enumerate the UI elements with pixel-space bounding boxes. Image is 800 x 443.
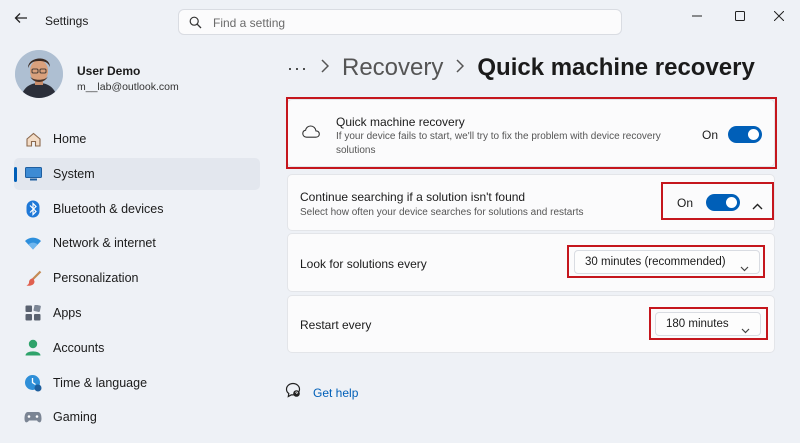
user-name: User Demo <box>77 64 141 78</box>
sidebar-item-network[interactable]: Network & internet <box>14 227 260 259</box>
maximize-button[interactable] <box>723 4 757 28</box>
restart-every-card: Restart every 180 minutes <box>287 295 775 353</box>
continue-searching-card: Continue searching if a solution isn't f… <box>287 174 775 231</box>
wifi-icon <box>24 234 42 252</box>
sidebar-item-label: Time & language <box>53 375 148 390</box>
breadcrumb-more-button[interactable]: ··· <box>287 58 308 79</box>
sidebar-item-system[interactable]: System <box>14 157 260 190</box>
system-icon <box>24 165 42 183</box>
get-help-label: Get help <box>313 385 359 400</box>
chevron-down-icon <box>740 259 749 277</box>
sidebar-item-gaming[interactable]: Gaming <box>14 401 260 433</box>
sidebar-item-apps[interactable]: Apps <box>14 297 260 329</box>
continue-searching-state-label: On <box>677 196 694 210</box>
restart-every-label: Restart every <box>300 318 372 332</box>
bluetooth-icon <box>24 200 42 218</box>
avatar <box>15 50 63 98</box>
chevron-down-icon <box>741 321 750 339</box>
breadcrumb-parent-link[interactable]: Recovery <box>342 54 443 82</box>
sidebar-item-accounts[interactable]: Accounts <box>14 332 260 364</box>
sidebar-item-label: System <box>53 166 95 181</box>
apps-icon <box>24 304 42 322</box>
continue-searching-description: Select how often your device searches fo… <box>300 207 584 218</box>
qmr-state-label: On <box>702 128 719 142</box>
sidebar-item-label: Personalization <box>53 271 139 286</box>
qmr-toggle[interactable] <box>728 126 762 143</box>
quick-machine-recovery-card: Quick machine recovery If your device fa… <box>287 99 775 167</box>
chevron-right-icon <box>456 58 465 78</box>
user-email: m__lab@outlook.com <box>77 81 179 93</box>
back-button[interactable] <box>10 10 32 32</box>
restart-every-dropdown[interactable]: 180 minutes <box>655 312 761 336</box>
arrow-left-icon <box>14 13 27 23</box>
title-bar: Settings <box>0 0 800 42</box>
sidebar-item-label: Apps <box>53 305 82 320</box>
dropdown-value: 30 minutes (recommended) <box>585 256 726 268</box>
get-help-link[interactable]: Get help <box>285 382 358 403</box>
sidebar-item-personalization[interactable]: Personalization <box>14 262 260 294</box>
time-language-icon <box>24 374 42 392</box>
sidebar-item-time-language[interactable]: Time & language <box>14 367 260 399</box>
help-icon <box>285 382 301 403</box>
sidebar-item-bluetooth[interactable]: Bluetooth & devices <box>14 193 260 225</box>
sidebar-item-label: Network & internet <box>53 236 156 251</box>
close-icon <box>774 11 784 21</box>
sidebar-nav: Home System Bluetooth & devices Network … <box>14 123 260 436</box>
cloud-icon <box>302 125 320 143</box>
look-for-solutions-label: Look for solutions every <box>300 257 427 271</box>
chevron-right-icon <box>321 58 330 78</box>
qmr-description: If your device fails to start, we'll try… <box>336 131 661 156</box>
dropdown-value: 180 minutes <box>666 318 729 330</box>
page-title: Quick machine recovery <box>477 54 755 81</box>
minimize-button[interactable] <box>680 4 714 28</box>
sidebar-item-label: Accounts <box>53 340 105 355</box>
continue-searching-toggle[interactable] <box>706 194 740 211</box>
app-title: Settings <box>45 14 89 28</box>
sidebar-item-label: Gaming <box>53 410 97 425</box>
accounts-icon <box>24 339 42 357</box>
user-avatar-icon <box>15 50 63 98</box>
search-input[interactable] <box>211 13 615 33</box>
look-for-solutions-dropdown[interactable]: 30 minutes (recommended) <box>574 250 760 274</box>
continue-searching-title: Continue searching if a solution isn't f… <box>300 190 526 204</box>
maximize-icon <box>735 11 745 21</box>
sidebar-item-home[interactable]: Home <box>14 123 260 155</box>
gaming-icon <box>24 408 42 426</box>
sidebar-item-label: Bluetooth & devices <box>53 201 164 216</box>
chevron-up-icon[interactable] <box>752 197 763 215</box>
close-button[interactable] <box>762 4 796 28</box>
minimize-icon <box>692 15 702 17</box>
home-icon <box>24 130 42 148</box>
brush-icon <box>24 269 42 287</box>
qmr-title: Quick machine recovery <box>336 115 465 129</box>
breadcrumb: ··· Recovery Quick machine recovery <box>287 50 755 86</box>
search-box[interactable] <box>178 9 622 35</box>
look-for-solutions-card: Look for solutions every 30 minutes (rec… <box>287 233 775 292</box>
search-icon <box>189 16 202 29</box>
sidebar-item-label: Home <box>53 132 87 146</box>
